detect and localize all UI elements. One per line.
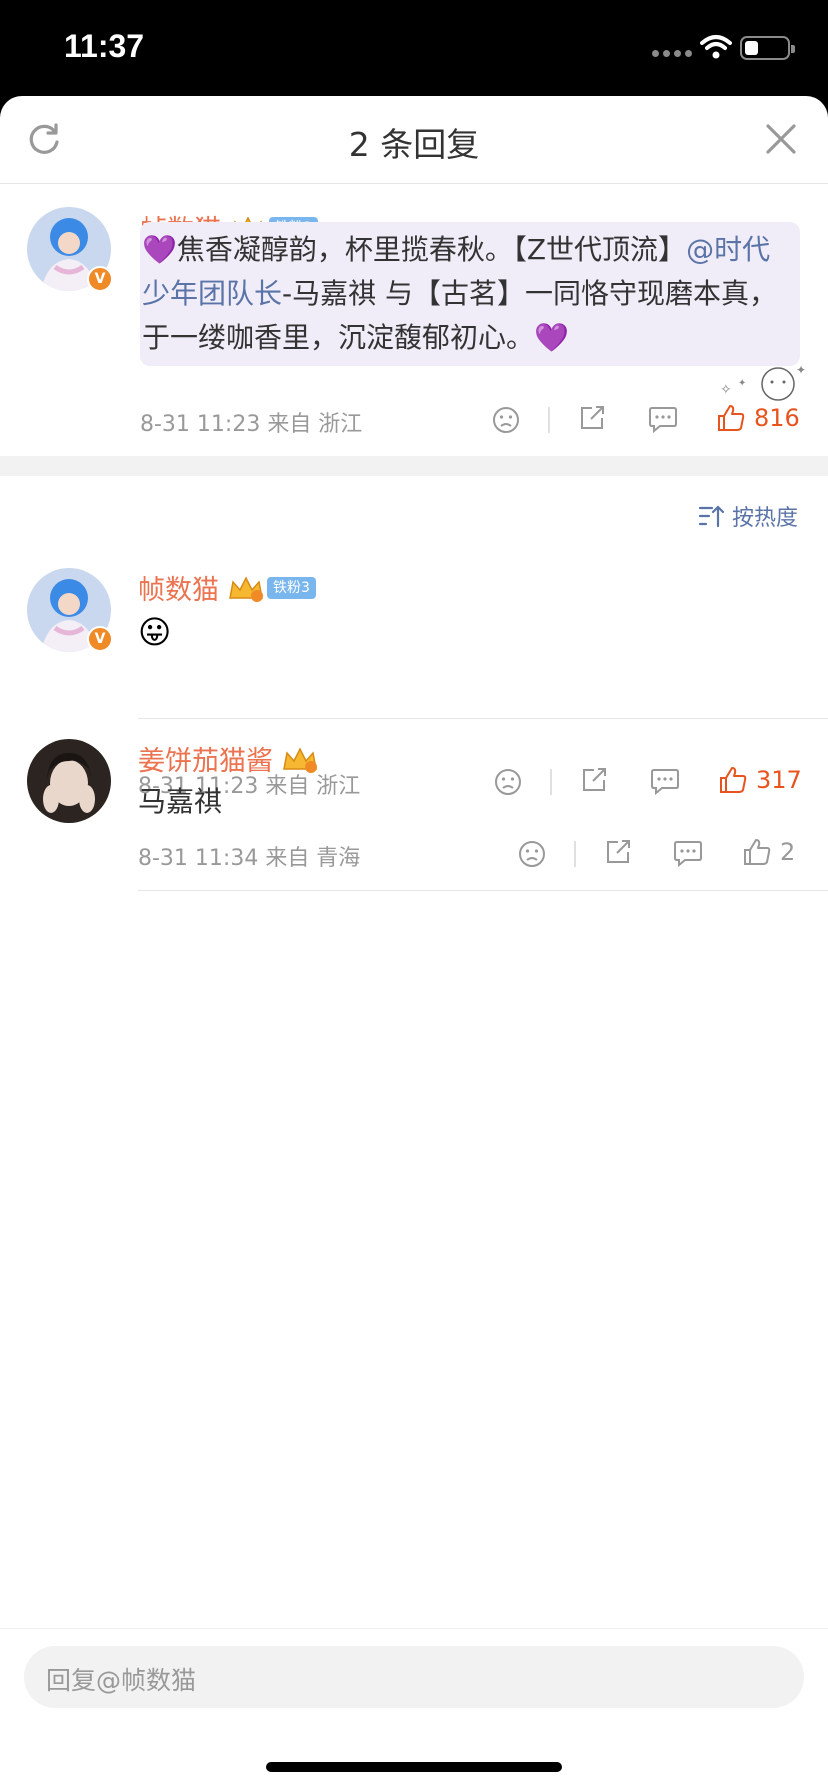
- sheet-header: 2 条回复: [0, 96, 828, 184]
- reply-text: 😛: [138, 613, 172, 651]
- crown-badge-icon: [229, 575, 263, 602]
- like-count: 2: [780, 838, 796, 866]
- home-indicator[interactable]: [266, 1762, 562, 1772]
- reply-input[interactable]: 回复@帧数猫: [24, 1646, 804, 1708]
- comment-meta: 8-31 11:23 来自 浙江: [140, 412, 363, 437]
- username[interactable]: 帧数猫 铁粉3: [138, 568, 316, 607]
- reply-text: 马嘉祺: [138, 785, 223, 818]
- sort-by-hot-button[interactable]: 按热度: [698, 500, 798, 532]
- verified-badge-icon: V: [87, 266, 113, 292]
- sheet-title: 2 条回复: [348, 125, 480, 164]
- row-divider: [138, 890, 828, 891]
- like-count: 816: [754, 404, 800, 432]
- input-top-border: [0, 1628, 828, 1629]
- dislike-face-icon[interactable]: [492, 406, 520, 434]
- close-icon[interactable]: [764, 122, 798, 156]
- svg-text:✧: ✧: [720, 382, 732, 398]
- status-bar: 11:37: [0, 0, 828, 96]
- like-thumb-icon: [720, 767, 747, 793]
- reply-placeholder: 回复@帧数猫: [46, 1666, 197, 1695]
- verified-badge-icon: V: [87, 626, 113, 652]
- svg-text:✦: ✦: [738, 378, 746, 389]
- dislike-face-icon[interactable]: [518, 840, 546, 868]
- separator: [548, 407, 550, 433]
- status-time: 11:37: [64, 28, 145, 64]
- replies-sheet: 2 条回复 V 帧数猫 铁粉3 💜焦香凝醇韵，杯里揽春秋。【Z世: [0, 96, 828, 1792]
- like-button[interactable]: 2: [742, 837, 795, 867]
- share-icon[interactable]: [604, 838, 632, 866]
- separator: [574, 841, 576, 867]
- separator: [550, 769, 552, 795]
- row-divider: [138, 718, 828, 719]
- like-button[interactable]: 317: [718, 765, 802, 795]
- dislike-face-icon[interactable]: [494, 768, 522, 796]
- reply-meta: 8-31 11:34 来自 青海: [138, 846, 361, 871]
- comment-icon[interactable]: [673, 839, 703, 867]
- wifi-icon: [700, 35, 732, 59]
- battery-icon: [740, 36, 795, 60]
- signal-icon: [652, 50, 692, 57]
- share-icon[interactable]: [578, 404, 606, 432]
- comment-text: 💜焦香凝醇韵，杯里揽春秋。【Z世代顶流】@时代少年团队长-马嘉祺 与【古茗】一同…: [140, 222, 800, 366]
- avatar[interactable]: [27, 739, 111, 823]
- crown-badge-icon: [283, 746, 317, 773]
- like-button[interactable]: 816: [716, 403, 800, 433]
- share-icon[interactable]: [580, 766, 608, 794]
- sort-label: 按热度: [731, 506, 798, 531]
- svg-text:✦: ✦: [796, 363, 806, 377]
- fan-badge: 铁粉3: [267, 576, 316, 599]
- comment-icon[interactable]: [650, 767, 680, 795]
- like-thumb-icon: [718, 405, 745, 431]
- sort-icon: [698, 505, 724, 528]
- comment-icon[interactable]: [648, 405, 678, 433]
- like-count: 317: [756, 766, 802, 794]
- like-thumb-icon: [744, 839, 771, 865]
- section-divider: [0, 456, 828, 476]
- username[interactable]: 姜饼茄猫酱: [138, 739, 319, 778]
